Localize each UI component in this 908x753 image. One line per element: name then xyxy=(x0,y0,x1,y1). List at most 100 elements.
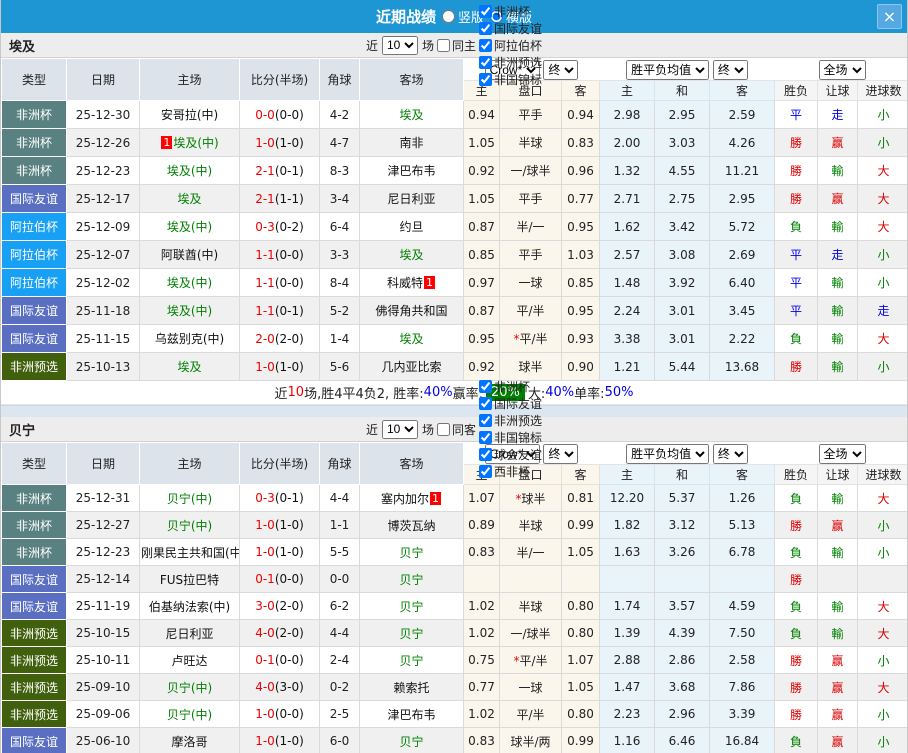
crown-away-odds: 0.83 xyxy=(561,128,600,157)
competition-badge: 阿拉伯杯 xyxy=(1,212,67,241)
result-outcome: 勝 xyxy=(774,511,819,539)
result-handicap: 赢 xyxy=(817,128,859,157)
avg-stage-select[interactable]: 终 xyxy=(712,443,748,464)
competition-filter-非洲预选[interactable]: 非洲预选 xyxy=(478,54,542,71)
avg-home-odds: 2.71 xyxy=(599,184,655,213)
competition-checkbox[interactable] xyxy=(479,380,493,393)
competition-filter-球会友谊[interactable]: 球会友谊 xyxy=(478,446,542,463)
same-venue-checkbox[interactable] xyxy=(437,422,450,436)
avg-home-odds xyxy=(599,565,655,593)
halftime-score: (1-0) xyxy=(274,518,304,532)
competition-checkbox[interactable] xyxy=(479,55,493,69)
competition-checkbox[interactable] xyxy=(479,465,493,478)
fulltime-score: 0-3 xyxy=(255,491,275,505)
recent-count-select[interactable]: 10 xyxy=(381,35,418,55)
result-outcome: 勝 xyxy=(774,565,819,593)
competition-filter-国际友谊[interactable]: 国际友谊 xyxy=(478,20,542,37)
handicap-value: 球半/两 xyxy=(510,734,551,749)
home-team: 贝宁(中) xyxy=(139,700,240,728)
close-icon[interactable]: × xyxy=(877,4,902,29)
corner-score: 1-1 xyxy=(319,511,360,539)
result-goals: 小 xyxy=(857,646,907,674)
competition-checkbox-label: 阿拉伯杯 xyxy=(494,38,543,53)
score: 0-3(0-1) xyxy=(239,484,320,512)
avg-home-odds: 2.00 xyxy=(599,128,655,157)
competition-filter-非洲杯[interactable]: 非洲杯 xyxy=(478,378,542,395)
fulltime-score: 0-1 xyxy=(255,653,275,667)
scope-select[interactable]: 全场 xyxy=(818,59,866,80)
same-venue-option[interactable]: 同主 xyxy=(436,37,476,54)
away-team: 贝宁 xyxy=(359,646,464,674)
competition-filter-西非杯[interactable]: 西非杯 xyxy=(478,463,542,480)
halftime-score: (0-0) xyxy=(274,572,304,586)
competition-filter-国际友谊[interactable]: 国际友谊 xyxy=(478,395,542,412)
odds-stage-select[interactable]: 终 xyxy=(543,443,579,464)
col-avg-away: 客 xyxy=(708,80,776,101)
crown-home-odds: 0.75 xyxy=(463,646,500,674)
avg-away-odds: 16.84 xyxy=(708,727,776,753)
competition-checkbox[interactable] xyxy=(479,414,493,427)
recent-count-select[interactable]: 10 xyxy=(381,419,418,439)
avg-draw-odds xyxy=(654,565,710,593)
score: 1-1(0-0) xyxy=(239,268,320,297)
corner-score: 3-4 xyxy=(319,184,360,213)
corner-score: 6-2 xyxy=(319,592,360,620)
result-handicap xyxy=(817,565,859,593)
competition-filter-非国锦标[interactable]: 非国锦标 xyxy=(478,71,542,88)
avg-home-odds: 1.82 xyxy=(599,511,655,539)
result-handicap: 輸 xyxy=(817,156,859,185)
corner-score: 8-3 xyxy=(319,156,360,185)
competition-filter-非洲杯[interactable]: 非洲杯 xyxy=(478,3,542,20)
crown-home-odds: 0.92 xyxy=(463,156,500,185)
scope-select[interactable]: 全场 xyxy=(818,443,866,464)
result-handicap: 赢 xyxy=(817,700,859,728)
odds-stage-select[interactable]: 终 xyxy=(543,59,579,80)
avg-draw-odds: 3.92 xyxy=(654,268,710,297)
avg-stage-select[interactable]: 终 xyxy=(712,59,748,80)
result-handicap: 輸 xyxy=(817,324,859,353)
crown-handicap: 平/半 xyxy=(499,296,562,325)
match-row: 国际友谊 25-11-18 埃及(中) 1-1(0-1) 5-2 佛得角共和国 0.87 平/… xyxy=(1,296,907,325)
competition-checkbox[interactable] xyxy=(479,431,493,444)
competition-checkbox[interactable] xyxy=(479,38,493,52)
away-team: 贝宁 xyxy=(359,727,464,753)
competition-filter-阿拉伯杯[interactable]: 阿拉伯杯 xyxy=(478,37,542,54)
summary-segment: 50% xyxy=(604,385,634,400)
result-handicap: 赢 xyxy=(817,727,859,753)
competition-badge: 非洲预选 xyxy=(1,700,67,728)
competition-checkbox[interactable] xyxy=(479,21,493,35)
competition-checkbox[interactable] xyxy=(479,448,493,461)
team-label: 尼日利亚 xyxy=(387,192,436,206)
result-goals: 小 xyxy=(857,268,907,297)
col-crown-away: 客 xyxy=(561,80,600,101)
avg-draw-odds: 4.39 xyxy=(654,619,710,647)
home-team: 贝宁(中) xyxy=(139,673,240,701)
crown-home-odds: 0.95 xyxy=(463,324,500,353)
match-row: 非洲杯 25-12-23 埃及(中) 2-1(0-1) 8-3 津巴布韦 0.92 一/球半 0… xyxy=(1,156,907,185)
competition-checkbox[interactable] xyxy=(479,72,493,86)
competition-checkbox-label: 非国锦标 xyxy=(494,431,543,445)
avg-away-odds: 6.78 xyxy=(708,538,776,566)
avg-home-odds: 2.57 xyxy=(599,240,655,269)
corner-score: 3-3 xyxy=(319,240,360,269)
team-name: 贝宁 xyxy=(9,423,36,439)
avg-away-odds: 2.58 xyxy=(708,646,776,674)
match-row: 国际友谊 25-11-15 乌兹别克(中) 2-0(2-0) 1-4 埃及 0.95 *平/半… xyxy=(1,324,907,353)
competition-filter-非国锦标[interactable]: 非国锦标 xyxy=(478,429,542,446)
score: 0-1(0-0) xyxy=(239,565,320,593)
same-venue-checkbox[interactable] xyxy=(437,38,450,52)
competition-filter-非洲预选[interactable]: 非洲预选 xyxy=(478,412,542,429)
crown-handicap: *平/半 xyxy=(499,646,562,674)
games-label: 场 xyxy=(421,38,434,53)
competition-checkbox[interactable] xyxy=(479,397,493,410)
result-goals: 大 xyxy=(857,619,907,647)
same-venue-option[interactable]: 同客 xyxy=(436,421,476,438)
competition-checkbox[interactable] xyxy=(479,4,493,18)
team-label: 南非 xyxy=(399,136,424,150)
avg-odds-select[interactable]: 胜平负均值 xyxy=(626,59,710,80)
match-row: 国际友谊 25-12-14 FUS拉巴特 0-1(0-0) 0-0 贝宁勝 xyxy=(1,565,907,593)
crown-away-odds: 0.99 xyxy=(561,511,600,539)
match-date: 25-12-02 xyxy=(66,268,140,297)
team-label: 埃及(中) xyxy=(166,276,213,290)
avg-odds-select[interactable]: 胜平负均值 xyxy=(626,443,710,464)
